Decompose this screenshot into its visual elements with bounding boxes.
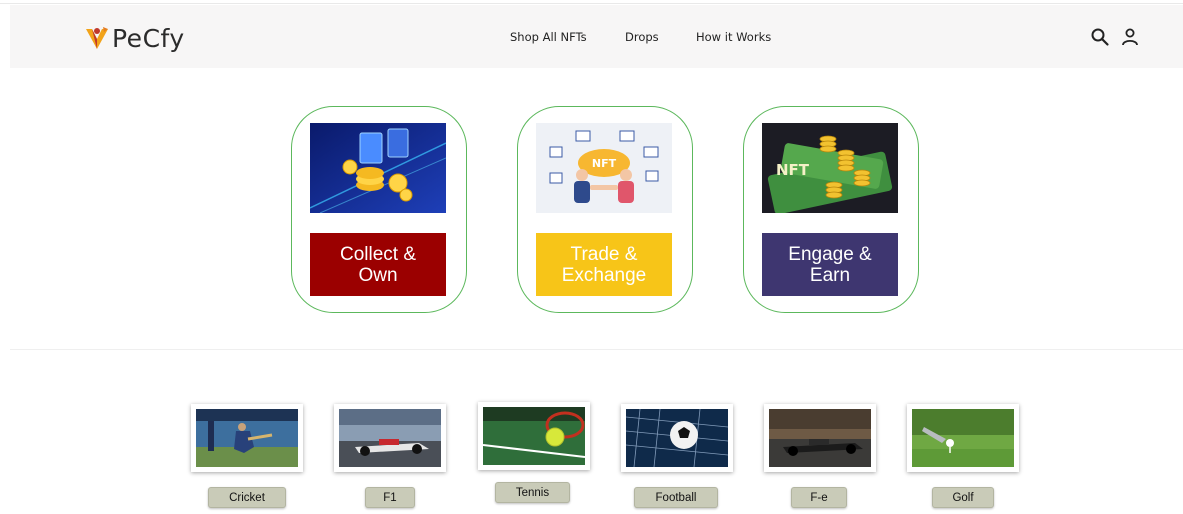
sport-item-tennis: Tennis [478, 402, 590, 512]
football-thumbnail[interactable] [621, 404, 733, 472]
sport-label-golf[interactable]: Golf [932, 487, 994, 508]
feature-card-trade[interactable]: NFT Trade & Exchange [517, 106, 693, 313]
sport-label-cricket[interactable]: Cricket [208, 487, 286, 508]
sports-categories: Cricket F1 Tennis Football F-e Golf [0, 350, 1183, 514]
sport-item-formula-e: F-e [764, 404, 876, 514]
formula-e-thumbnail[interactable] [764, 404, 876, 472]
tennis-thumbnail[interactable] [478, 402, 590, 470]
brand-name: PeCfy [112, 23, 185, 53]
nav-shop-all-nfts[interactable]: Shop All NFTs [510, 30, 587, 44]
svg-text:NFT: NFT [776, 161, 810, 179]
golf-thumbnail[interactable] [907, 404, 1019, 472]
sport-label-f1[interactable]: F1 [365, 487, 415, 508]
svg-text:NFT: NFT [592, 157, 617, 170]
search-icon[interactable] [1088, 25, 1112, 49]
sport-item-golf: Golf [907, 404, 1019, 514]
feature-cards: Collect & Own NFT Trade & Exchange NFT E… [0, 68, 1183, 350]
feature-card-collect[interactable]: Collect & Own [291, 106, 467, 313]
collect-label-line1: Collect & [339, 243, 417, 265]
engage-earn-button[interactable]: Engage & Earn [762, 233, 898, 296]
collect-label-line2: Own [358, 264, 398, 286]
collect-own-button[interactable]: Collect & Own [310, 233, 446, 296]
trade-label-line2: Exchange [561, 264, 647, 286]
nav-drops[interactable]: Drops [625, 30, 659, 44]
sport-label-formula-e[interactable]: F-e [791, 487, 847, 508]
sport-label-football[interactable]: Football [634, 487, 718, 508]
user-icon[interactable] [1118, 25, 1142, 49]
engage-illustration: NFT [762, 123, 898, 213]
engage-label-line2: Earn [809, 264, 851, 286]
sport-item-cricket: Cricket [191, 404, 303, 514]
site-header: PeCfy Shop All NFTs Drops How it Works [10, 5, 1183, 68]
sport-item-football: Football [621, 404, 733, 514]
trade-illustration: NFT [536, 123, 672, 213]
nav-how-it-works[interactable]: How it Works [696, 30, 771, 44]
engage-label-line1: Engage & [788, 243, 872, 265]
logo-mark-icon [86, 27, 108, 49]
cricket-thumbnail[interactable] [191, 404, 303, 472]
brand-logo[interactable]: PeCfy [84, 23, 185, 53]
trade-exchange-button[interactable]: Trade & Exchange [536, 233, 672, 296]
f1-thumbnail[interactable] [334, 404, 446, 472]
trade-label-line1: Trade & [570, 243, 638, 265]
collect-illustration [310, 123, 446, 213]
sport-label-tennis[interactable]: Tennis [495, 482, 570, 503]
sport-item-f1: F1 [334, 404, 446, 514]
feature-card-engage[interactable]: NFT Engage & Earn [743, 106, 919, 313]
top-strip [0, 0, 1183, 4]
